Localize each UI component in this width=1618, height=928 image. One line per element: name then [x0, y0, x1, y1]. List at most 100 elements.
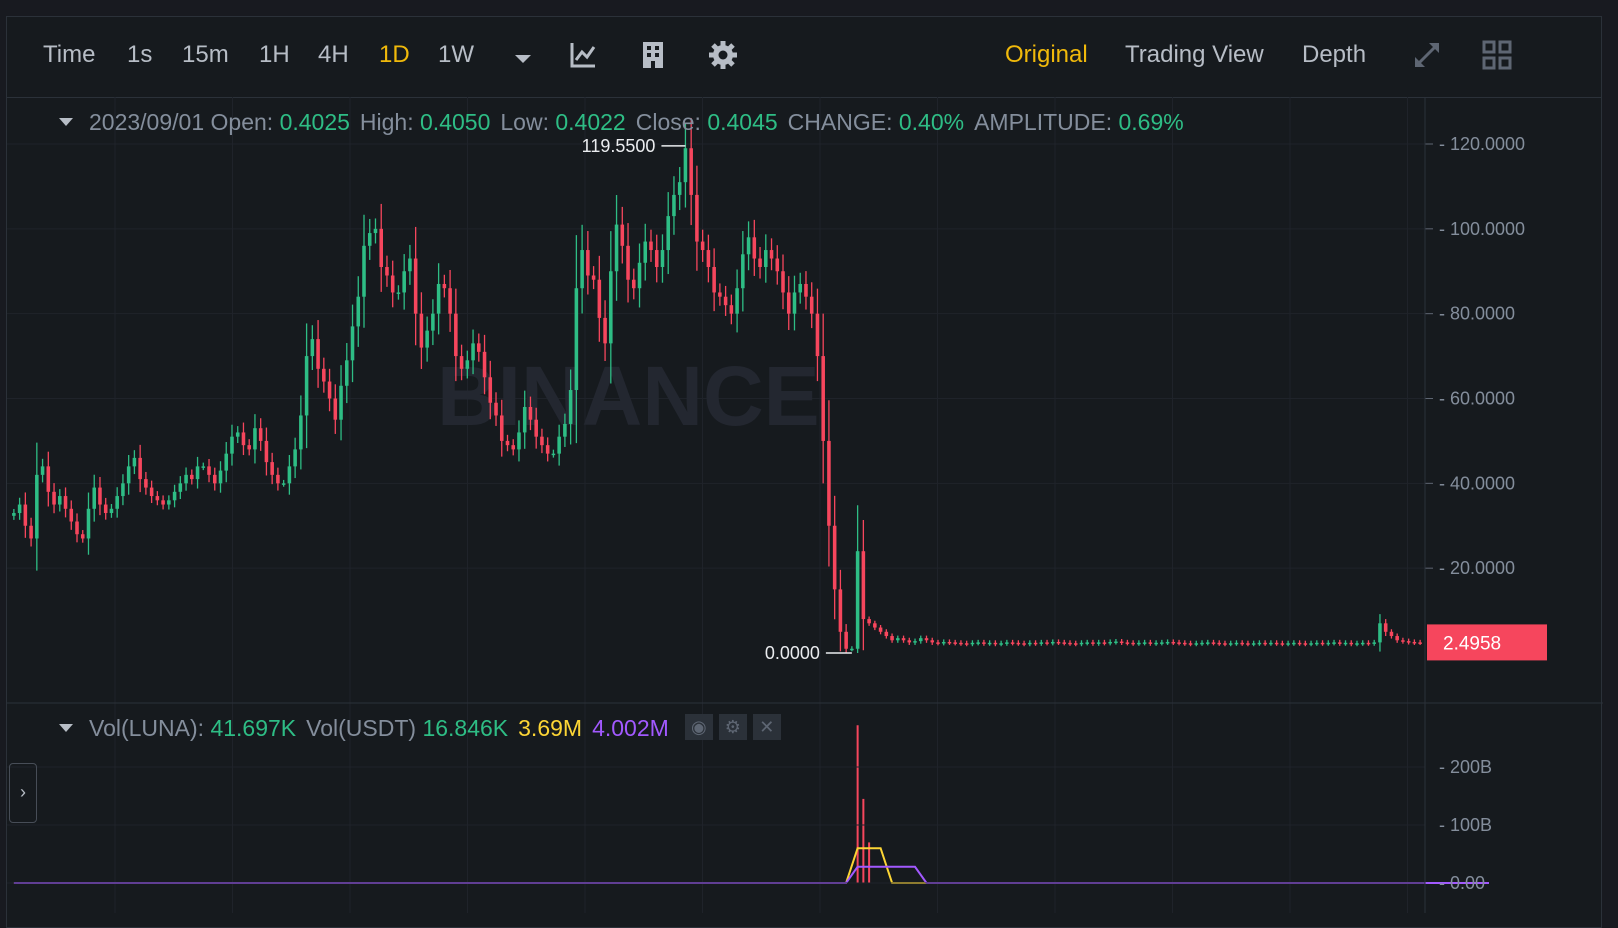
candle-body [161, 500, 165, 505]
candle-body [264, 440, 269, 463]
candle-body [689, 148, 693, 195]
low-label: Low: [500, 109, 549, 135]
candle-body [178, 483, 183, 492]
candle-body [1039, 642, 1044, 644]
sidebar-toggle-chevron-icon[interactable]: › [9, 763, 37, 823]
candle-body [1355, 643, 1359, 645]
candle-body [1148, 642, 1153, 644]
candle-body [987, 642, 992, 645]
candle-body [1188, 643, 1193, 645]
candle-body [1303, 643, 1308, 645]
low-value: 0.4022 [555, 109, 626, 135]
candle-body [459, 356, 464, 369]
candle-body [408, 258, 412, 272]
candle-body [999, 643, 1003, 645]
candle-body [35, 474, 39, 539]
candle-body [1154, 642, 1158, 645]
candle-body [270, 462, 274, 475]
price-chart[interactable]: BINANCE - 120.0000 - 100.0000 - 80.0000 - 6… [7, 17, 1603, 913]
close-icon[interactable]: ✕ [752, 713, 781, 740]
candle-body [591, 275, 596, 280]
candle-body [1309, 643, 1313, 645]
candle-body [666, 216, 670, 251]
candle-body [207, 466, 211, 475]
candle-body [528, 406, 533, 420]
candle-body [1251, 643, 1256, 645]
candle-body [775, 258, 780, 272]
candle-body [1372, 642, 1376, 644]
candle-body [735, 288, 739, 314]
volume-settings-icon[interactable]: ⚙ [718, 713, 747, 740]
candle-body [930, 640, 935, 643]
candle-body [1389, 631, 1394, 637]
open-value: 0.4025 [279, 109, 350, 135]
candle-body [29, 525, 33, 539]
candle-body [741, 254, 745, 289]
chart-panel: Time 1s 15m 1H 4H 1D 1W Original Trading… [6, 16, 1603, 928]
candle-body [63, 496, 68, 509]
candle-body [155, 496, 160, 501]
vol-ma2-value: 4.002M [592, 715, 669, 741]
volume-collapse-caret-icon[interactable] [59, 723, 73, 732]
candle-body [517, 432, 521, 450]
volume-bar [862, 798, 865, 883]
candle-body [1269, 642, 1273, 645]
candle-body [195, 466, 200, 480]
candle-body [545, 445, 550, 454]
candle-body [838, 589, 843, 632]
candle-body [1217, 642, 1222, 645]
candle-body [574, 288, 579, 391]
candle-body [1045, 642, 1049, 644]
candle-body [769, 250, 774, 259]
candle-body [1108, 641, 1112, 644]
candle-body [970, 642, 975, 645]
candle-body [345, 360, 349, 386]
candle-body [17, 504, 22, 514]
candle-body [1102, 642, 1107, 644]
candle-body [884, 631, 889, 637]
candle-body [861, 551, 866, 620]
amplitude-label: AMPLITUDE: [974, 109, 1113, 135]
candle-body [396, 292, 401, 294]
candle-body [172, 491, 177, 501]
candle-body [1079, 642, 1084, 645]
candle-body [1366, 642, 1371, 645]
candle-body [1292, 642, 1296, 645]
collapse-caret-icon[interactable] [59, 117, 73, 126]
candle-body [190, 474, 194, 480]
y-tick-label: - 100.0000 [1439, 219, 1525, 239]
close-value: 0.4045 [707, 109, 778, 135]
y-tick-label: - 40.0000 [1439, 473, 1515, 493]
candle-body [1297, 642, 1302, 645]
vol-tick-label: - 100B [1439, 815, 1492, 835]
candle-body [1033, 642, 1038, 645]
candle-body [907, 640, 912, 643]
min-price-label: 0.0000 [765, 643, 820, 663]
candle-body [1383, 623, 1388, 632]
candle-body [402, 271, 406, 293]
candle-body [1131, 642, 1135, 645]
candle-body [1160, 642, 1164, 644]
candle-body [631, 279, 636, 289]
candle-body [1062, 642, 1067, 644]
candle-body [873, 623, 877, 628]
candle-body [867, 619, 871, 624]
candle-body [1228, 643, 1233, 645]
candle-body [1010, 642, 1015, 644]
candle-body [121, 483, 125, 497]
eye-icon[interactable]: ◉ [684, 713, 713, 740]
candle-body [1114, 641, 1118, 644]
candle-body [752, 237, 757, 259]
candle-body [609, 271, 613, 344]
candle-body [1378, 623, 1382, 643]
candle-body [953, 642, 957, 644]
candle-body [482, 351, 487, 378]
candle-body [465, 360, 470, 369]
candle-body [339, 385, 343, 420]
candle-body [1360, 642, 1365, 645]
candle-body [218, 470, 223, 484]
candle-body [304, 356, 309, 416]
candle-body [310, 339, 315, 357]
candle-body [850, 648, 854, 651]
candle-body [781, 271, 785, 293]
